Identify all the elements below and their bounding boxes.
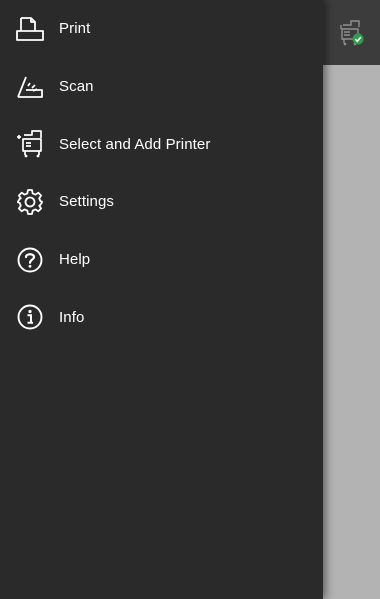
menu-item-label: Select and Add Printer: [59, 135, 211, 153]
menu-item-label: Help: [59, 251, 91, 269]
scan-icon: [14, 71, 46, 103]
help-icon: [14, 244, 46, 276]
menu-item-label: Info: [59, 308, 85, 326]
printer-status-button[interactable]: [322, 0, 380, 65]
menu-item-print[interactable]: Print: [0, 0, 323, 58]
navigation-drawer: Print Scan Select and Add Printer Settin…: [0, 0, 323, 599]
printer-connected-icon: [338, 19, 364, 47]
add-printer-icon: [14, 128, 46, 160]
menu-item-label: Settings: [59, 193, 114, 211]
menu-item-label: Print: [59, 20, 91, 38]
drawer-menu: Print Scan Select and Add Printer Settin…: [0, 0, 323, 346]
menu-item-select-add-printer[interactable]: Select and Add Printer: [0, 115, 323, 173]
menu-item-settings[interactable]: Settings: [0, 173, 323, 231]
info-icon: [14, 301, 46, 333]
menu-item-help[interactable]: Help: [0, 231, 323, 289]
print-icon: [14, 13, 46, 45]
gear-icon: [14, 186, 46, 218]
menu-item-info[interactable]: Info: [0, 288, 323, 346]
menu-item-scan[interactable]: Scan: [0, 58, 323, 116]
menu-item-label: Scan: [59, 78, 94, 96]
